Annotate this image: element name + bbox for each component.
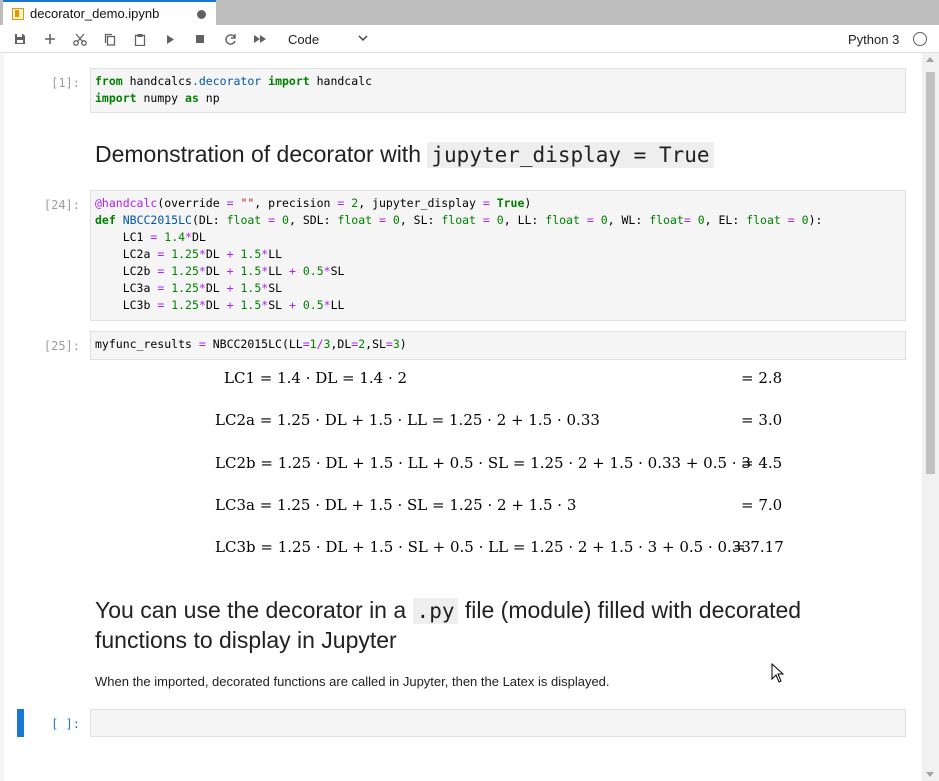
- heading-text: file (module) filled with decorated: [464, 597, 802, 623]
- vertical-scrollbar[interactable]: [922, 53, 939, 781]
- scrollbar-thumb[interactable]: [926, 72, 935, 474]
- copy-icon[interactable]: [99, 29, 121, 49]
- stop-icon[interactable]: [189, 29, 211, 49]
- mouse-pointer-icon: [771, 662, 785, 688]
- equation-result: = 7.0: [741, 496, 783, 514]
- cell-prompt: [ ]:: [51, 717, 80, 731]
- cell-type-value: Code: [288, 31, 320, 47]
- empty-code-cell-input[interactable]: [90, 709, 906, 737]
- code-cell-input[interactable]: from handcalcs.decorator import handcalc…: [90, 68, 906, 113]
- equation-lhs: LC3a = 1.25 · DL + 1.5 · SL = 1.25 · 2 +…: [215, 496, 577, 514]
- run-icon[interactable]: [159, 29, 181, 49]
- equation-lhs: LC2a = 1.25 · DL + 1.5 · LL = 1.25 · 2 +…: [215, 411, 600, 429]
- notebook-toolbar: Code Python 3: [0, 25, 939, 53]
- chevron-down-icon: [358, 31, 368, 48]
- paste-icon[interactable]: [129, 29, 151, 49]
- save-icon[interactable]: [9, 29, 31, 49]
- heading-code: jupyter_display = True: [427, 142, 714, 168]
- fast-forward-icon[interactable]: [249, 29, 271, 49]
- cell-type-dropdown[interactable]: Code: [288, 29, 372, 49]
- scroll-down-icon[interactable]: [926, 772, 934, 777]
- equation-result: = 3.0: [741, 411, 783, 429]
- tab-title: decorator_demo.ipynb: [30, 6, 160, 21]
- tab-bar: decorator_demo.ipynb: [0, 0, 939, 25]
- code-editor[interactable]: from handcalcs.decorator import handcalc…: [91, 69, 905, 111]
- markdown-heading-line2: functions to display in Jupyter: [95, 627, 397, 653]
- equation-lhs: LC3b = 1.25 · DL + 1.5 · SL + 0.5 · LL =…: [215, 538, 751, 556]
- markdown-heading: You can use the decorator in a .py file …: [95, 595, 801, 626]
- code-editor[interactable]: @handcalc(override = "", precision = 2, …: [91, 191, 905, 318]
- equation-result: = 7.17: [733, 538, 784, 556]
- code-cell-input[interactable]: @handcalc(override = "", precision = 2, …: [90, 190, 906, 321]
- kernel-name[interactable]: Python 3: [848, 32, 899, 47]
- restart-icon[interactable]: [219, 29, 241, 49]
- heading-code: .py: [412, 598, 459, 624]
- scroll-up-icon[interactable]: [926, 57, 934, 62]
- add-cell-icon[interactable]: [39, 29, 61, 49]
- markdown-heading: Demonstration of decorator with jupyter_…: [95, 139, 714, 170]
- tab-notebook[interactable]: decorator_demo.ipynb: [3, 0, 216, 25]
- kernel-idle-icon: [913, 32, 927, 46]
- equation-result: = 2.8: [741, 369, 783, 387]
- heading-text: Demonstration of decorator with: [95, 141, 421, 167]
- notebook-icon: [12, 7, 24, 20]
- equation-lhs: LC1 = 1.4 · DL = 1.4 · 2: [224, 369, 408, 387]
- code-editor[interactable]: myfunc_results = NBCC2015LC(LL=1/3,DL=2,…: [91, 332, 905, 357]
- unsaved-dot-icon[interactable]: [197, 10, 206, 19]
- code-cell-input[interactable]: myfunc_results = NBCC2015LC(LL=1/3,DL=2,…: [90, 331, 906, 360]
- cell-prompt: [1]:: [51, 76, 80, 90]
- cut-icon[interactable]: [69, 29, 91, 49]
- equation-lhs: LC2b = 1.25 · DL + 1.5 · LL + 0.5 · SL =…: [215, 454, 751, 472]
- heading-text: You can use the decorator in a: [95, 597, 407, 623]
- markdown-paragraph: When the imported, decorated functions a…: [95, 674, 610, 689]
- cell-prompt: [24]:: [43, 198, 80, 212]
- equation-result: = 4.5: [741, 454, 783, 472]
- cell-prompt: [25]:: [43, 339, 80, 353]
